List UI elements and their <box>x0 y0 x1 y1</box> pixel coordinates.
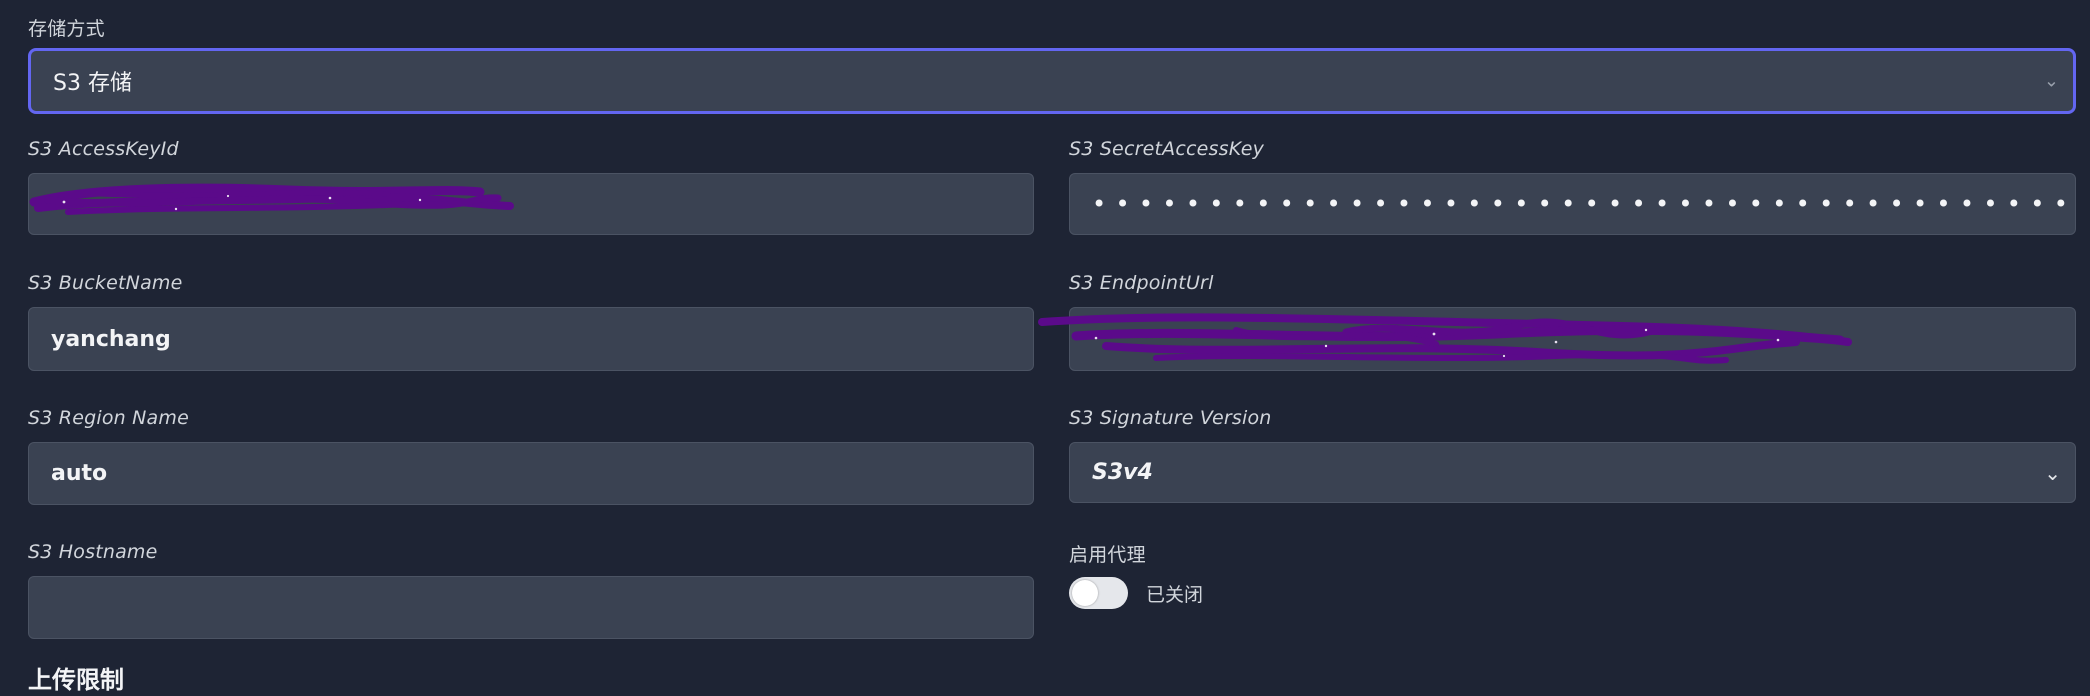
hostname-input[interactable] <box>28 576 1034 639</box>
secret-key-input[interactable]: ••••••••••••••••••••••••••••••••••••••••… <box>1069 173 2076 235</box>
access-key-input[interactable] <box>28 173 1034 235</box>
chevron-down-icon: ⌄ <box>2043 70 2059 92</box>
signature-version-label: S3 Signature Version <box>1069 407 1272 429</box>
signature-version-value: S3v4 <box>1092 460 1153 485</box>
proxy-toggle[interactable] <box>1069 577 1128 609</box>
toggle-knob <box>1072 580 1098 606</box>
endpoint-label: S3 EndpointUrl <box>1069 272 1214 294</box>
s3-settings-form: 存储方式 S3 存储 ⌄ S3 AccessKeyId S3 SecretAcc… <box>0 0 2090 696</box>
signature-version-select[interactable]: S3v4 ⌄ <box>1069 442 2076 503</box>
region-value: auto <box>51 461 108 486</box>
secret-key-label: S3 SecretAccessKey <box>1069 138 1265 160</box>
access-key-label: S3 AccessKeyId <box>28 138 179 160</box>
storage-method-value: S3 存储 <box>53 71 132 96</box>
endpoint-input[interactable] <box>1069 307 2076 371</box>
upload-limit-heading: 上传限制 <box>28 666 124 694</box>
storage-method-select[interactable]: S3 存储 ⌄ <box>28 48 2076 114</box>
proxy-label: 启用代理 <box>1069 544 1146 566</box>
storage-method-label: 存储方式 <box>28 18 105 40</box>
secret-key-masked-value: ••••••••••••••••••••••••••••••••••••••••… <box>1092 190 2075 218</box>
bucket-input[interactable]: yanchang <box>28 307 1034 371</box>
proxy-state-text: 已关闭 <box>1146 584 1204 606</box>
chevron-down-icon: ⌄ <box>2044 460 2061 485</box>
bucket-label: S3 BucketName <box>28 272 183 294</box>
region-label: S3 Region Name <box>28 407 189 429</box>
region-input[interactable]: auto <box>28 442 1034 505</box>
hostname-label: S3 Hostname <box>28 541 158 563</box>
bucket-value: yanchang <box>51 326 171 352</box>
